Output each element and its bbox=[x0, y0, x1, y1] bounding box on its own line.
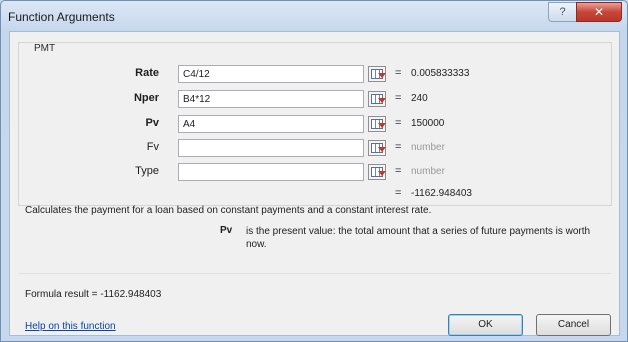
equals-sign: = bbox=[395, 92, 402, 104]
help-button[interactable]: ? bbox=[548, 2, 577, 22]
ok-button[interactable]: OK bbox=[448, 314, 523, 336]
rate-collapse-button[interactable] bbox=[368, 66, 386, 82]
equals-sign: = bbox=[395, 117, 402, 129]
help-icon: ? bbox=[559, 6, 566, 18]
cancel-button[interactable]: Cancel bbox=[536, 314, 611, 336]
divider bbox=[18, 273, 611, 274]
title-bar[interactable]: Function Arguments ? ✕ bbox=[1, 1, 627, 31]
collapse-arrow-icon bbox=[378, 147, 386, 152]
argument-help-text: is the present value: the total amount t… bbox=[246, 226, 591, 250]
function-arguments-dialog: Function Arguments ? ✕ PMT Rate = 0.0058… bbox=[0, 0, 628, 342]
fv-collapse-button[interactable] bbox=[368, 140, 386, 156]
rate-result: 0.005833333 bbox=[411, 68, 470, 79]
argument-help-name: Pv bbox=[220, 225, 233, 236]
function-result: -1162.948403 bbox=[411, 188, 472, 199]
collapse-arrow-icon bbox=[378, 98, 386, 103]
type-result: number bbox=[411, 166, 445, 177]
collapse-arrow-icon bbox=[378, 123, 386, 128]
rate-label: Rate bbox=[135, 67, 159, 79]
collapse-arrow-icon bbox=[378, 171, 386, 176]
fv-label: Fv bbox=[146, 141, 159, 153]
equals-sign: = bbox=[395, 141, 402, 153]
type-input[interactable] bbox=[178, 163, 364, 181]
rate-input[interactable] bbox=[178, 65, 364, 83]
formula-result-value: -1162.948403 bbox=[100, 289, 162, 300]
dialog-title: Function Arguments bbox=[8, 10, 115, 24]
close-icon: ✕ bbox=[593, 5, 605, 19]
type-label: Type bbox=[135, 165, 159, 177]
arguments-group: PMT Rate = 0.005833333 Nper = 240 Pv = 1… bbox=[18, 42, 612, 206]
formula-result-label: Formula result = bbox=[25, 289, 98, 300]
fv-input[interactable] bbox=[178, 139, 364, 157]
nper-label: Nper bbox=[133, 92, 159, 104]
nper-collapse-button[interactable] bbox=[368, 91, 386, 107]
nper-input[interactable] bbox=[178, 90, 364, 108]
formula-result: Formula result = -1162.948403 bbox=[25, 289, 161, 300]
function-description: Calculates the payment for a loan based … bbox=[25, 205, 432, 216]
type-collapse-button[interactable] bbox=[368, 164, 386, 180]
dialog-body: PMT Rate = 0.005833333 Nper = 240 Pv = 1… bbox=[9, 31, 620, 336]
pv-result: 150000 bbox=[411, 118, 445, 129]
equals-sign: = bbox=[395, 67, 402, 79]
collapse-arrow-icon bbox=[378, 73, 386, 78]
pv-input[interactable] bbox=[178, 115, 364, 133]
function-name: PMT bbox=[31, 43, 59, 54]
fv-result: number bbox=[411, 142, 445, 153]
help-on-function-link[interactable]: Help on this function bbox=[25, 321, 116, 332]
pv-label: Pv bbox=[145, 117, 159, 129]
pv-collapse-button[interactable] bbox=[368, 116, 386, 132]
close-button[interactable]: ✕ bbox=[576, 2, 622, 22]
equals-sign: = bbox=[395, 187, 402, 199]
nper-result: 240 bbox=[411, 93, 428, 104]
equals-sign: = bbox=[395, 165, 402, 177]
